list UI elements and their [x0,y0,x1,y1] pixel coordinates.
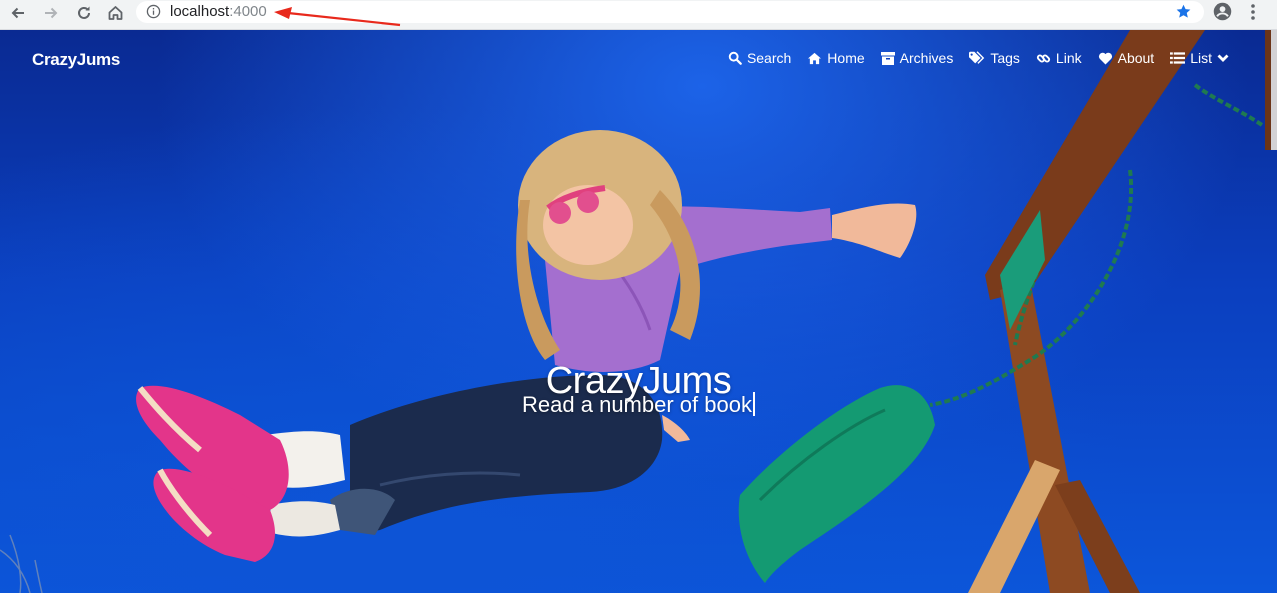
main-nav: Search Home Archives Tags Link About Lis… [728,50,1229,66]
nav-list[interactable]: List [1170,50,1229,66]
info-icon[interactable] [146,4,161,23]
nav-list-label: List [1190,50,1212,66]
url-text[interactable]: localhost:4000 [170,2,267,22]
brand-logo[interactable]: CrazyJums [32,50,120,70]
nav-about-label: About [1117,50,1155,66]
hero-subtitle: Read a number of book [0,392,1277,418]
nav-archives[interactable]: Archives [880,50,954,66]
url-port: :4000 [229,3,267,20]
nav-home-label: Home [827,50,865,66]
browser-toolbar: localhost:4000 [0,0,1277,30]
search-icon [728,51,742,65]
scrollbar-thumb[interactable] [1271,30,1277,150]
reload-icon[interactable] [69,0,99,26]
link-icon [1036,53,1051,63]
url-host: localhost [170,3,230,20]
home-icon[interactable] [100,0,130,26]
back-arrow-icon[interactable] [3,0,33,26]
hero-subtitle-text: Read a number of book [522,392,752,417]
nav-tags[interactable]: Tags [969,50,1020,66]
kebab-menu-icon[interactable] [1245,3,1261,25]
hero-section: CrazyJums Search Home Archives Tags Link… [0,30,1277,593]
heart-icon [1098,52,1112,65]
home-icon [808,52,822,64]
nav-link-label: Link [1055,50,1082,66]
tags-icon [969,51,985,64]
chevron-down-icon [1217,54,1229,62]
nav-search-label: Search [746,50,792,66]
list-icon [1170,52,1186,64]
nav-archives-label: Archives [899,50,954,66]
star-icon[interactable] [1175,3,1192,24]
forward-arrow-icon[interactable] [36,0,66,26]
archive-icon [880,51,895,65]
nav-link[interactable]: Link [1036,50,1082,66]
nav-about[interactable]: About [1098,50,1155,66]
hero-background-image [0,30,1277,593]
nav-search[interactable]: Search [728,50,791,66]
nav-tags-label: Tags [990,50,1020,66]
nav-home[interactable]: Home [807,50,865,66]
account-icon[interactable] [1212,1,1233,26]
typing-cursor [752,392,755,416]
address-bar[interactable]: localhost:4000 [136,1,1204,23]
